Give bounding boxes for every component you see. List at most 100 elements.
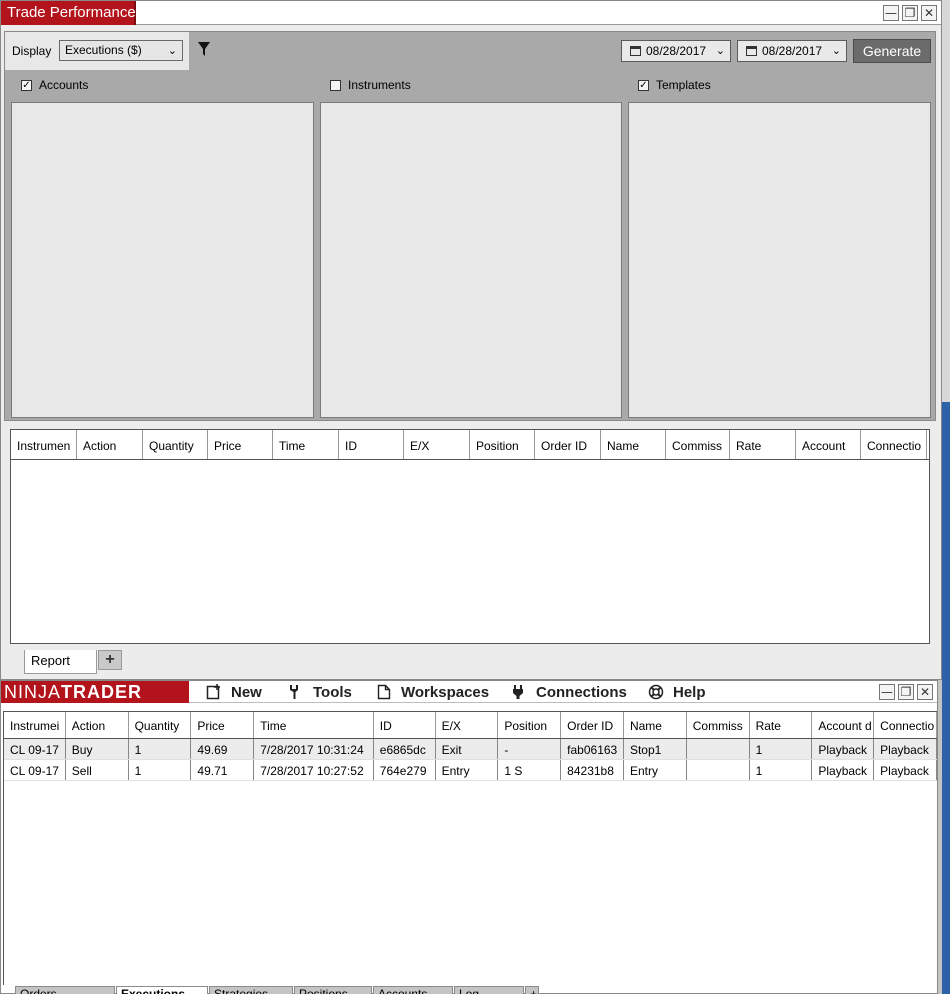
menu-connections[interactable]: Connections	[511, 681, 627, 703]
menu-new[interactable]: New	[206, 681, 262, 703]
report-column-header[interactable]: Account	[796, 430, 861, 459]
control-center-window-controls: — ❐ ✕	[879, 684, 933, 700]
document-icon	[377, 684, 391, 700]
window-title: Trade Performance	[1, 1, 136, 25]
close-button[interactable]: ✕	[921, 5, 937, 21]
date-from-picker[interactable]: 08/28/2017 ⌄	[621, 40, 731, 62]
accounts-list[interactable]	[11, 102, 314, 418]
table-cell: 84231b8	[561, 760, 624, 780]
instruments-list[interactable]	[320, 102, 622, 418]
menu-help-label: Help	[673, 683, 706, 701]
instruments-checkbox[interactable]	[330, 79, 341, 91]
report-column-header[interactable]: Name	[601, 430, 666, 459]
table-cell: 764e279	[374, 760, 436, 780]
execution-column-header[interactable]: ID	[374, 712, 436, 738]
table-cell: 1	[750, 739, 813, 759]
menu-help[interactable]: Help	[648, 681, 706, 703]
wrench-icon	[290, 685, 298, 699]
report-column-header[interactable]: E/X	[404, 430, 470, 459]
report-column-header[interactable]: Action	[77, 430, 143, 459]
execution-column-header[interactable]: Account d	[812, 712, 875, 738]
templates-list[interactable]	[628, 102, 931, 418]
minimize-button[interactable]: —	[879, 684, 895, 700]
report-column-header[interactable]: Quantity	[143, 430, 208, 459]
table-cell: Playback	[874, 739, 937, 759]
execution-column-header[interactable]: Quantity	[129, 712, 192, 738]
execution-column-header[interactable]: E/X	[436, 712, 499, 738]
execution-column-header[interactable]: Action	[66, 712, 129, 738]
report-grid[interactable]: Instrumen Action Quantity Price Time ID E/X Pos…	[10, 429, 930, 644]
tab-report[interactable]: Report	[24, 650, 97, 674]
report-column-header[interactable]: ID	[339, 430, 404, 459]
accounts-label: Accounts	[39, 78, 89, 92]
execution-column-header[interactable]: Name	[624, 712, 687, 738]
table-cell	[687, 760, 750, 780]
scrollbar-thumb[interactable]	[942, 402, 950, 994]
add-tab-button[interactable]: +	[98, 650, 122, 670]
display-select[interactable]: Executions ($) ⌄	[59, 40, 183, 61]
report-column-header[interactable]: Connectio	[861, 430, 927, 459]
report-column-header[interactable]: Time	[273, 430, 339, 459]
execution-column-header[interactable]: Connectio	[874, 712, 937, 738]
report-column-header[interactable]: Position	[470, 430, 535, 459]
menu-tools[interactable]: Tools	[288, 681, 352, 703]
templates-checkbox[interactable]: ✓	[638, 79, 649, 91]
accounts-checkbox[interactable]: ✓	[21, 79, 32, 91]
menu-workspaces[interactable]: Workspaces	[376, 681, 489, 703]
execution-column-header[interactable]: Commiss	[687, 712, 750, 738]
calendar-icon	[630, 46, 641, 56]
table-cell: Playback	[812, 739, 875, 759]
report-column-header[interactable]: Price	[208, 430, 273, 459]
control-center-menubar: NINJATRADER New Tools Workspaces Connect…	[1, 681, 937, 703]
title-bar[interactable]: Trade Performance — ❐ ✕	[1, 1, 941, 25]
maximize-button[interactable]: ❐	[898, 684, 914, 700]
table-cell: 1	[750, 760, 813, 780]
executions-rows: CL 09-17 Buy 1 49.69 7/28/2017 10:31:24 e6865…	[4, 739, 937, 781]
generate-button[interactable]: Generate	[853, 39, 931, 63]
execution-column-header[interactable]: Rate	[750, 712, 813, 738]
instruments-filter[interactable]: Instruments	[330, 78, 411, 92]
executions-grid[interactable]: Instrumei Action Quantity Price Time ID E/X Pos…	[3, 711, 937, 985]
chevron-down-icon: ⌄	[715, 44, 725, 57]
window-controls: — ❐ ✕	[883, 5, 937, 21]
tab-executions[interactable]: Executions	[116, 986, 208, 994]
report-grid-header: Instrumen Action Quantity Price Time ID E/X Pos…	[11, 430, 929, 460]
table-cell: 1	[129, 739, 192, 759]
table-cell: Buy	[66, 739, 129, 759]
close-button[interactable]: ✕	[917, 684, 933, 700]
tab-accounts[interactable]: Accounts	[373, 986, 453, 994]
maximize-button[interactable]: ❐	[902, 5, 918, 21]
tab-positions[interactable]: Positions	[294, 986, 372, 994]
tab-strategies[interactable]: Strategies	[209, 986, 293, 994]
control-center-tabs: Orders Executions Strategies Positions Accou…	[15, 986, 540, 994]
desktop: Trade Performance — ❐ ✕ Display Executio…	[0, 0, 950, 994]
menu-new-label: New	[231, 683, 262, 701]
date-to-picker[interactable]: 08/28/2017 ⌄	[737, 40, 847, 62]
report-column-header[interactable]: Rate	[730, 430, 796, 459]
table-row[interactable]: CL 09-17 Buy 1 49.69 7/28/2017 10:31:24 e6865…	[4, 739, 937, 760]
table-cell: Exit	[436, 739, 499, 759]
filter-icon[interactable]	[197, 41, 211, 57]
table-row[interactable]: CL 09-17 Sell 1 49.71 7/28/2017 10:27:52 764e…	[4, 760, 937, 781]
execution-column-header[interactable]: Price	[191, 712, 255, 738]
minimize-button[interactable]: —	[883, 5, 899, 21]
execution-column-header[interactable]: Position	[498, 712, 562, 738]
table-cell: Stop1	[624, 739, 687, 759]
report-settings-panel: Display Executions ($) ⌄ 08/28/2017 ⌄ 08…	[4, 31, 936, 421]
tab-orders[interactable]: Orders	[15, 986, 115, 994]
report-tabs: Report +	[24, 650, 122, 674]
display-group: Display Executions ($) ⌄	[5, 32, 189, 70]
tab-log[interactable]: Log	[454, 986, 524, 994]
execution-column-header[interactable]: Order ID	[561, 712, 624, 738]
table-cell: CL 09-17	[4, 739, 66, 759]
add-tab-button[interactable]: +	[525, 986, 539, 994]
report-column-header[interactable]: Commiss	[666, 430, 730, 459]
report-column-header[interactable]: Instrumen	[11, 430, 77, 459]
execution-column-header[interactable]: Time	[254, 712, 374, 738]
execution-column-header[interactable]: Instrumei	[4, 712, 66, 738]
plug-icon	[513, 685, 523, 699]
accounts-filter[interactable]: ✓ Accounts	[21, 78, 88, 92]
templates-filter[interactable]: ✓ Templates	[638, 78, 711, 92]
report-column-header[interactable]: Order ID	[535, 430, 601, 459]
control-center-window: NINJATRADER New Tools Workspaces Connect…	[0, 680, 938, 994]
